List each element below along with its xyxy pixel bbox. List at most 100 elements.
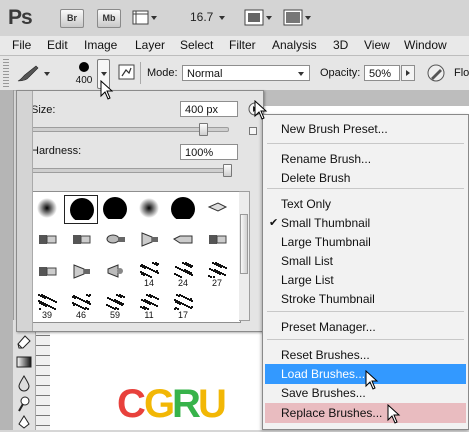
zoom-dropdown-icon[interactable] xyxy=(219,16,225,20)
brush-preset-15[interactable] xyxy=(98,259,132,288)
brush-preset-16[interactable]: 14 xyxy=(132,259,166,288)
brush-picker-chevron-icon xyxy=(101,72,107,76)
screen-mode-icon xyxy=(283,9,311,26)
opacity-input[interactable]: 50% xyxy=(364,65,400,81)
brush-panel-toggle[interactable] xyxy=(118,64,136,80)
menu-item-reset-brushes[interactable]: Reset Brushes... xyxy=(265,345,466,365)
grid-scrollbar-thumb[interactable] xyxy=(240,214,248,274)
brush-preset-11[interactable] xyxy=(166,227,200,256)
dodge-tool[interactable] xyxy=(15,395,33,413)
menu-file[interactable]: File xyxy=(12,38,31,52)
menu-item-new-brush-preset[interactable]: New Brush Preset... xyxy=(265,119,466,139)
soft-round-brush-icon xyxy=(139,198,159,218)
gradient-icon xyxy=(16,356,32,368)
grid-scrollbar[interactable] xyxy=(239,191,250,321)
menu-separator xyxy=(267,311,464,312)
menu-select[interactable]: Select xyxy=(180,38,213,52)
eraser-tool[interactable] xyxy=(15,332,33,350)
brush-preset-2[interactable] xyxy=(64,195,98,224)
menu-window[interactable]: Window xyxy=(404,38,447,52)
brush-preset-6[interactable] xyxy=(200,195,234,224)
brush-preset-1[interactable] xyxy=(30,195,64,224)
hardness-input[interactable]: 100% xyxy=(180,144,238,160)
menu-item-small-thumbnail[interactable]: ✔ Small Thumbnail xyxy=(265,213,466,233)
brush-size-number: 46 xyxy=(75,310,86,320)
menu-item-large-list[interactable]: Large List xyxy=(265,270,466,290)
photoshop-logo: Ps xyxy=(8,6,33,29)
brush-preset-19[interactable]: 39 xyxy=(30,291,64,320)
brush-preset-5[interactable] xyxy=(166,195,200,224)
arrange-documents-button[interactable] xyxy=(244,9,274,26)
menu-item-label: Delete Brush xyxy=(281,171,351,185)
gradient-tool[interactable] xyxy=(15,353,33,371)
brush-preset-grid: 14 24 27 39 46 59 11 17 xyxy=(27,191,241,323)
mode-value: Normal xyxy=(187,68,223,80)
hardness-slider-track[interactable] xyxy=(31,168,229,173)
menu-item-label: Text Only xyxy=(281,197,332,211)
brush-preset-7[interactable] xyxy=(30,227,64,256)
brush-preset-18[interactable]: 27 xyxy=(200,259,234,288)
hard-round-brush-icon xyxy=(70,198,94,222)
size-input[interactable]: 400 px xyxy=(180,101,238,117)
menu-item-label: Preset Manager... xyxy=(281,320,376,334)
hard-round-brush-icon xyxy=(103,197,127,221)
brush-preset-9[interactable] xyxy=(98,227,132,256)
brush-preset-10[interactable] xyxy=(132,227,166,256)
size-slider-thumb[interactable] xyxy=(199,123,209,136)
size-label: Size: xyxy=(31,104,56,116)
menu-item-label: Save Brushes... xyxy=(281,386,366,400)
menu-item-rename-brush[interactable]: Rename Brush... xyxy=(265,149,466,169)
menu-view[interactable]: View xyxy=(364,38,390,52)
view-extras-button[interactable] xyxy=(132,9,158,26)
menu-item-label: Stroke Thumbnail xyxy=(281,292,375,306)
menu-edit[interactable]: Edit xyxy=(47,38,68,52)
menu-item-small-list[interactable]: Small List xyxy=(265,251,466,271)
options-grip[interactable] xyxy=(3,59,9,87)
menu-item-preset-manager[interactable]: Preset Manager... xyxy=(265,317,466,337)
brush-preset-14[interactable] xyxy=(64,259,98,288)
brush-tool-icon xyxy=(17,65,50,82)
fan-brush-icon xyxy=(141,232,158,247)
mini-bridge-button[interactable]: Mb xyxy=(97,9,121,28)
bridge-button[interactable]: Br xyxy=(60,9,84,28)
menu-filter[interactable]: Filter xyxy=(229,38,256,52)
pen-tip-brush-icon xyxy=(207,202,228,212)
brush-preset-12[interactable] xyxy=(200,227,234,256)
pen-tool[interactable] xyxy=(15,415,33,429)
mouse-cursor-icon xyxy=(100,80,114,100)
brush-size-number: 27 xyxy=(211,278,222,288)
brush-preset-4[interactable] xyxy=(132,195,166,224)
menu-item-delete-brush[interactable]: Delete Brush xyxy=(265,168,466,188)
brush-preset-21[interactable]: 59 xyxy=(98,291,132,320)
tools-panel xyxy=(13,320,36,430)
brush-preset-3[interactable] xyxy=(98,195,132,224)
canvas-logo-letter-u: U xyxy=(198,382,227,426)
brush-preset-8[interactable] xyxy=(64,227,98,256)
tool-preset-picker[interactable] xyxy=(14,62,56,84)
menu-item-large-thumbnail[interactable]: Large Thumbnail xyxy=(265,232,466,252)
brush-preset-20[interactable]: 46 xyxy=(64,291,98,320)
hardness-slider-thumb[interactable] xyxy=(223,164,232,177)
zoom-level[interactable]: 16.7 xyxy=(190,10,213,24)
screen-mode-button[interactable] xyxy=(283,9,313,26)
menu-image[interactable]: Image xyxy=(84,38,117,52)
brush-preset-17[interactable]: 24 xyxy=(166,259,200,288)
menu-3d[interactable]: 3D xyxy=(333,38,348,52)
new-preset-button[interactable] xyxy=(249,127,257,135)
menu-item-text-only[interactable]: Text Only xyxy=(265,194,466,214)
tablet-pressure-opacity-button[interactable] xyxy=(426,63,446,83)
mode-select[interactable]: Normal xyxy=(182,65,310,81)
blur-tool[interactable] xyxy=(15,374,33,392)
brush-preset-23[interactable]: 17 xyxy=(166,291,200,320)
brush-size-number: 59 xyxy=(109,310,120,320)
menu-analysis[interactable]: Analysis xyxy=(272,38,317,52)
opacity-slider-toggle[interactable] xyxy=(401,65,415,81)
brush-preset-13[interactable] xyxy=(30,259,64,288)
menu-item-label: Load Brushes... xyxy=(281,367,366,381)
menu-item-stroke-thumbnail[interactable]: Stroke Thumbnail xyxy=(265,289,466,309)
menu-layer[interactable]: Layer xyxy=(135,38,165,52)
menu-item-replace-brushes[interactable]: Replace Brushes... xyxy=(265,403,466,423)
brush-preset-22[interactable]: 11 xyxy=(132,291,166,320)
brush-preview[interactable]: 400 xyxy=(70,59,98,89)
menu-item-label: New Brush Preset... xyxy=(281,122,388,136)
